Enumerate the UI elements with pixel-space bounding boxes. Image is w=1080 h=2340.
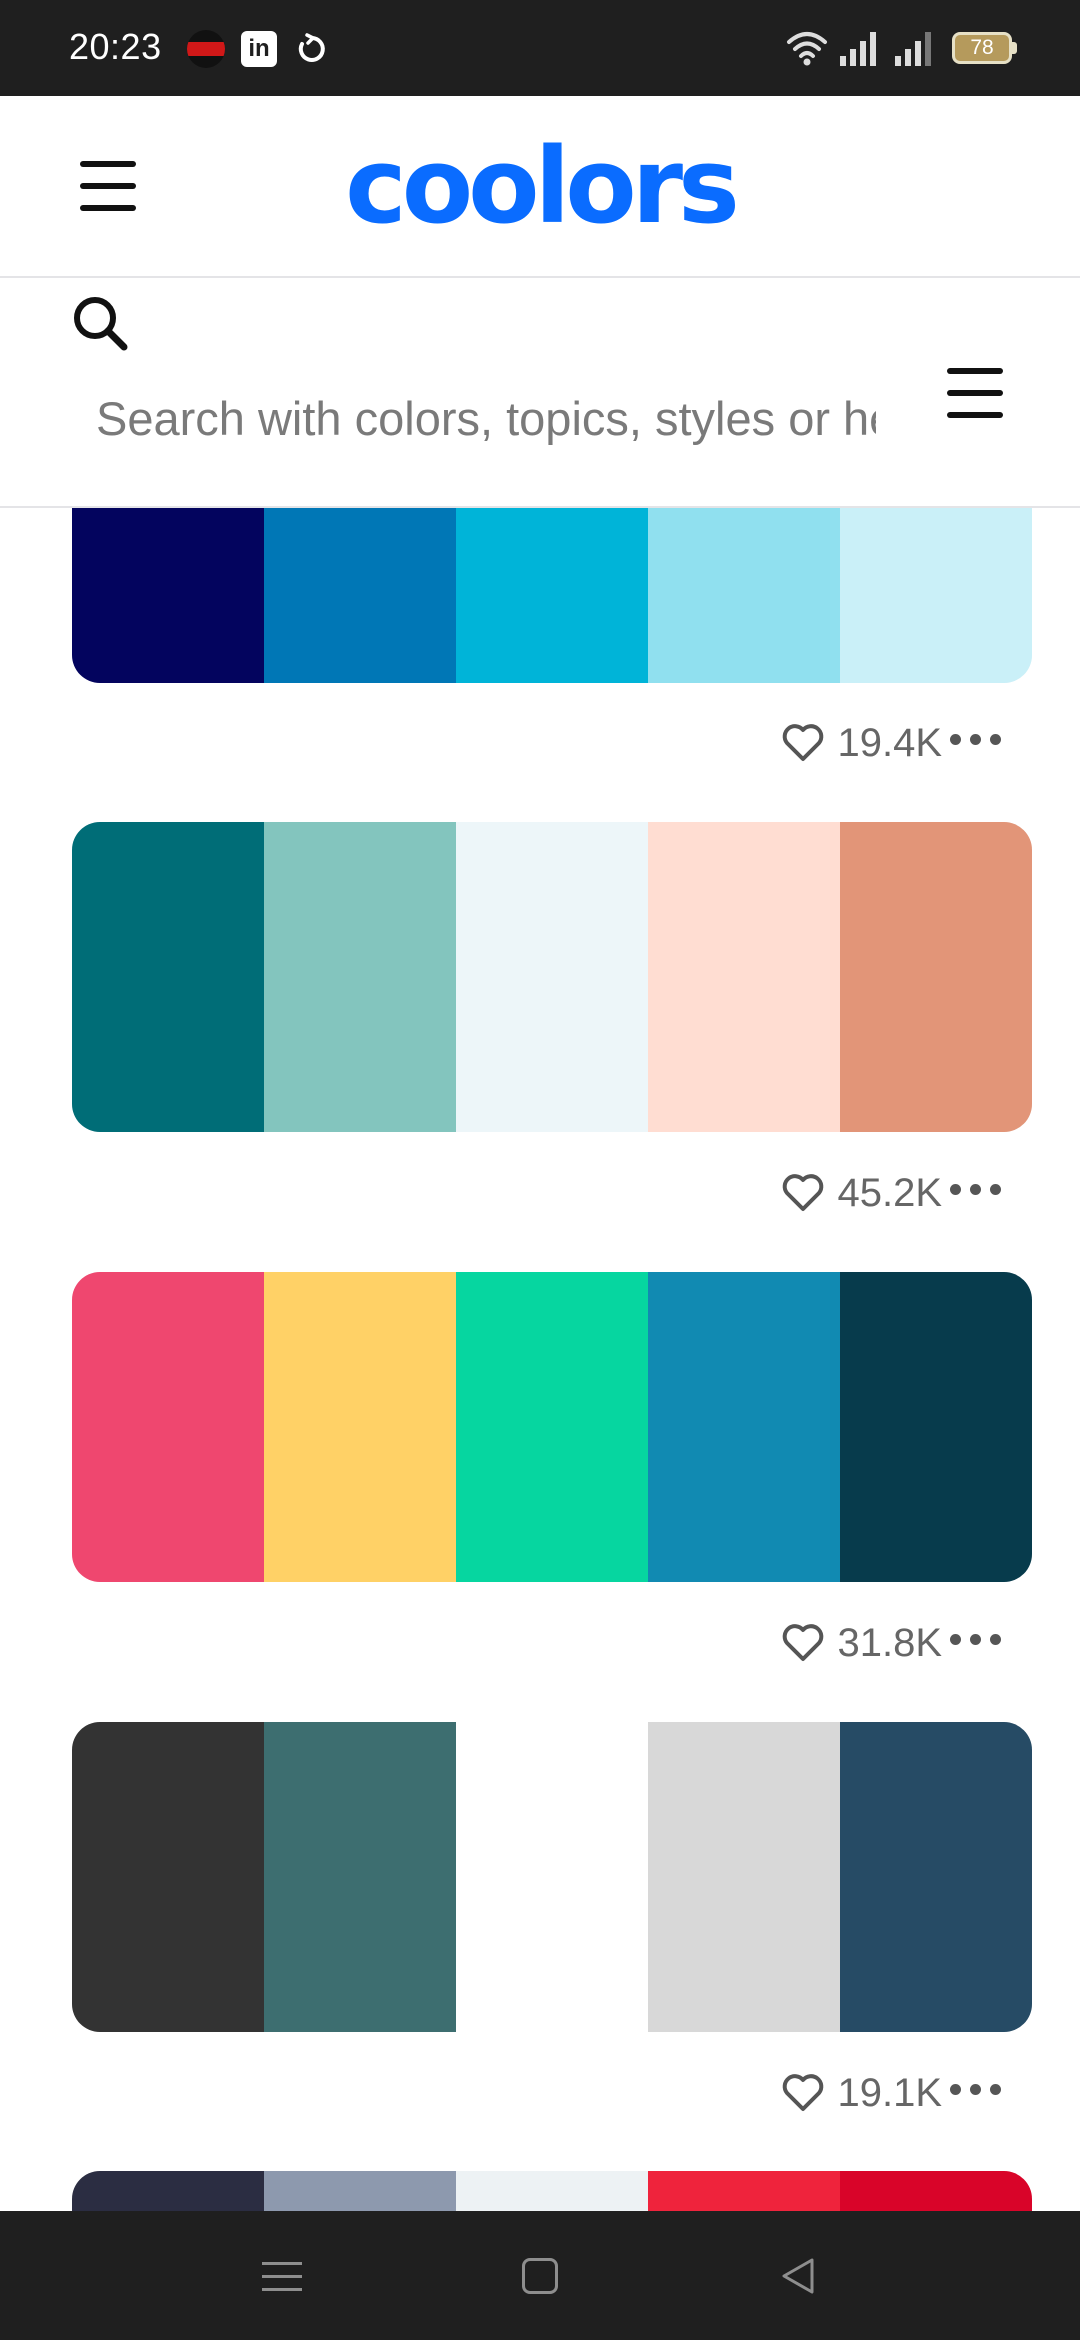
color-swatch[interactable] — [456, 2171, 648, 2211]
color-swatch[interactable] — [456, 1722, 648, 2032]
recent-apps-icon[interactable] — [262, 2260, 302, 2294]
color-swatch[interactable] — [264, 2171, 456, 2211]
filter-menu-icon[interactable] — [947, 368, 1003, 418]
like-count: 31.8K — [837, 1620, 942, 1665]
color-swatch[interactable] — [264, 822, 456, 1132]
like-count: 45.2K — [837, 1170, 942, 1215]
like-count: 19.1K — [837, 2070, 942, 2115]
palette-card[interactable] — [72, 1722, 1032, 2032]
color-swatch[interactable] — [840, 1272, 1032, 1582]
hamburger-menu-icon[interactable] — [80, 161, 136, 211]
color-swatch[interactable] — [72, 508, 264, 683]
like-button[interactable]: 19.1K — [781, 2068, 942, 2118]
palette-meta: 19.4K — [72, 712, 1032, 772]
more-options-icon[interactable] — [950, 734, 1002, 748]
color-swatch[interactable] — [840, 508, 1032, 683]
palette-meta: 45.2K — [72, 1162, 1032, 1222]
more-options-icon[interactable] — [950, 2084, 1002, 2098]
heart-icon — [783, 724, 824, 761]
search-bar — [0, 278, 1080, 508]
app-notification-icon — [187, 30, 225, 68]
heart-icon — [783, 1174, 824, 1211]
like-count: 19.4K — [837, 720, 942, 765]
color-swatch[interactable] — [456, 508, 648, 683]
status-time: 20:23 — [69, 26, 162, 67]
color-swatch[interactable] — [72, 1272, 264, 1582]
palette-meta: 19.1K — [72, 2062, 1032, 2122]
more-options-icon[interactable] — [950, 1634, 1002, 1648]
signal-icon — [895, 32, 931, 66]
heart-icon — [783, 2074, 824, 2111]
like-button[interactable]: 31.8K — [781, 1618, 942, 1668]
color-swatch[interactable] — [72, 2171, 264, 2211]
color-swatch[interactable] — [648, 2171, 840, 2211]
battery-tip — [1012, 42, 1017, 54]
color-swatch[interactable] — [648, 508, 840, 683]
palette-meta: 31.8K — [72, 1612, 1032, 1672]
sync-icon — [298, 33, 325, 62]
wifi-icon — [787, 32, 827, 66]
more-options-icon[interactable] — [950, 1184, 1002, 1198]
heart-icon — [783, 1624, 824, 1661]
linkedin-icon: in — [241, 31, 277, 67]
color-swatch[interactable] — [840, 1722, 1032, 2032]
signal-icon — [840, 32, 876, 66]
battery-level: 78 — [970, 36, 994, 59]
palette-card[interactable] — [72, 822, 1032, 1132]
palette-card[interactable] — [72, 1272, 1032, 1582]
color-swatch[interactable] — [648, 1272, 840, 1582]
system-nav-bar — [0, 2211, 1080, 2340]
color-swatch[interactable] — [648, 822, 840, 1132]
palette-card[interactable] — [72, 2171, 1032, 2211]
color-swatch[interactable] — [648, 1722, 840, 2032]
color-swatch[interactable] — [840, 822, 1032, 1132]
color-swatch[interactable] — [72, 1722, 264, 2032]
color-swatch[interactable] — [456, 1272, 648, 1582]
status-bar: 20:23 in 78 — [0, 0, 1080, 96]
like-button[interactable]: 45.2K — [781, 1168, 942, 1218]
color-swatch[interactable] — [264, 1272, 456, 1582]
palette-card[interactable] — [72, 508, 1032, 683]
home-icon[interactable] — [522, 2258, 558, 2294]
color-swatch[interactable] — [264, 1722, 456, 2032]
battery-icon: 78 — [952, 32, 1012, 64]
search-icon[interactable] — [70, 293, 130, 353]
color-swatch[interactable] — [72, 822, 264, 1132]
palette-feed[interactable]: 19.4K 45.2K 31.8K 19.1K — [0, 508, 1080, 2211]
like-button[interactable]: 19.4K — [781, 718, 942, 768]
app-header: coolors — [0, 96, 1080, 278]
color-swatch[interactable] — [456, 822, 648, 1132]
color-swatch[interactable] — [264, 508, 456, 683]
coolors-logo[interactable]: coolors — [340, 134, 740, 238]
color-swatch[interactable] — [840, 2171, 1032, 2211]
back-icon[interactable] — [778, 2256, 818, 2296]
search-input[interactable] — [96, 382, 876, 454]
